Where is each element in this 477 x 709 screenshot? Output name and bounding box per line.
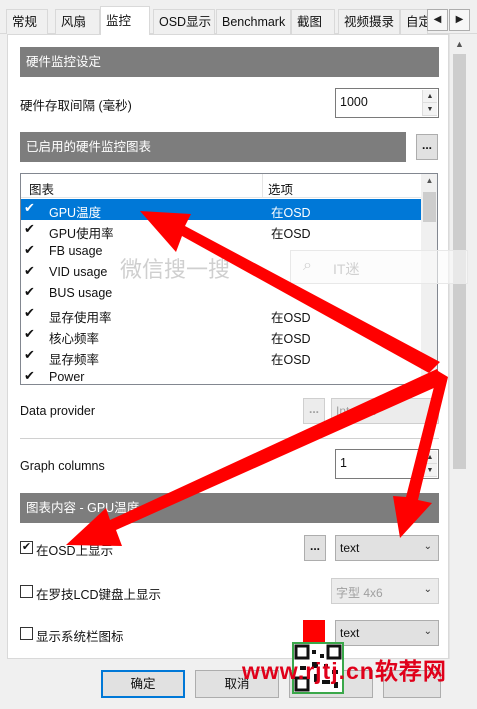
osd-properties-button[interactable]: ...	[304, 535, 326, 561]
tab-fan[interactable]: 风扇	[55, 9, 100, 34]
chevron-down-icon: ⌄	[423, 541, 432, 552]
row-option: 在OSD	[271, 227, 311, 241]
tab-scroll-right-icon[interactable]: ▶	[449, 9, 470, 31]
data-provider-value: Internal	[336, 404, 377, 418]
watermark-search-text: 微信搜一搜	[120, 257, 231, 282]
data-provider-settings-button[interactable]: ...	[303, 398, 325, 424]
tab-custom[interactable]: 自定	[400, 9, 428, 34]
watermark-search-box: ⌕ IT迷	[290, 250, 468, 284]
spin-down-icon[interactable]: ▼	[423, 103, 437, 116]
osd-format-select[interactable]: text ⌄	[335, 535, 439, 561]
row-option: 在OSD	[271, 311, 311, 325]
scroll-down-icon[interactable]: ▼	[421, 373, 437, 382]
polling-interval-spinner[interactable]: 1000 ▲ ▼	[335, 88, 439, 118]
column-graph[interactable]: 图表	[29, 179, 54, 198]
spin-up-icon[interactable]: ▲	[423, 90, 437, 103]
list-row[interactable]: ✔ 显存使用率 在OSD	[21, 304, 421, 326]
row-name: GPU使用率	[49, 227, 114, 241]
watermark-search-box-text: IT迷	[333, 261, 360, 277]
lcd-font-select[interactable]: 字型 4x6 ⌄	[331, 578, 439, 604]
list-row[interactable]: ✔ 核心频率 在OSD	[21, 325, 421, 347]
row-option: 在OSD	[271, 353, 311, 367]
lcd-font-value: 字型 4x6	[336, 586, 383, 600]
list-header: 图表 选项	[21, 174, 421, 198]
check-icon[interactable]: ✔	[24, 222, 38, 236]
hw-monitor-section-header: 硬件监控设定	[20, 47, 439, 77]
check-icon[interactable]: ✔	[24, 327, 38, 341]
osd-checkbox[interactable]: ✔	[20, 541, 33, 554]
tab-scroll-left-icon[interactable]: ◀	[427, 9, 448, 31]
graph-columns-label: Graph columns	[20, 459, 105, 473]
tray-format-select[interactable]: text ⌄	[335, 620, 439, 646]
row-name: GPU温度	[49, 206, 102, 220]
tab-screenshot[interactable]: 截图	[291, 9, 335, 34]
lcd-checkbox[interactable]	[20, 585, 33, 598]
tray-checkbox-label[interactable]: 显示系统栏图标	[36, 626, 124, 645]
check-icon[interactable]: ✔	[24, 243, 38, 257]
scroll-up-icon[interactable]: ▲	[450, 36, 469, 52]
graph-content-header: 图表内容 - GPU温度	[20, 493, 439, 523]
column-options[interactable]: 选项	[268, 179, 293, 198]
list-row[interactable]: ✔ BUS usage	[21, 283, 421, 304]
polling-interval-value[interactable]: 1000	[340, 95, 368, 109]
check-icon[interactable]: ✔	[24, 306, 38, 320]
tray-icon-color-swatch[interactable]	[303, 620, 325, 642]
check-icon[interactable]: ✔	[24, 201, 38, 215]
osd-format-value: text	[340, 541, 360, 555]
tab-general[interactable]: 常规	[6, 9, 48, 34]
osd-checkbox-label[interactable]: 在OSD上显示	[36, 540, 113, 559]
graph-columns-value[interactable]: 1	[340, 456, 347, 470]
row-name: VID usage	[49, 265, 108, 279]
watermark-brand-url: www.rjtj.cn软荐网	[242, 658, 447, 684]
check-icon[interactable]: ✔	[24, 264, 38, 278]
spin-up-icon[interactable]: ▲	[423, 451, 437, 464]
row-name: 显存频率	[49, 353, 100, 367]
chevron-down-icon: ⌄	[423, 626, 432, 637]
divider	[20, 438, 439, 439]
list-row[interactable]: ✔ GPU使用率 在OSD	[21, 220, 421, 242]
lcd-checkbox-label[interactable]: 在罗技LCD键盘上显示	[36, 584, 161, 603]
row-name: 核心频率	[49, 332, 100, 346]
polling-interval-label: 硬件存取间隔 (毫秒)	[20, 99, 132, 113]
row-option: 在OSD	[271, 332, 311, 346]
row-name: FB usage	[49, 244, 103, 258]
tab-osd[interactable]: OSD显示	[153, 9, 215, 34]
tab-monitoring[interactable]: 监控	[100, 6, 150, 35]
row-name: 显存使用率	[49, 311, 112, 325]
data-provider-label: Data provider	[20, 404, 96, 418]
check-icon[interactable]: ✔	[24, 285, 38, 299]
search-icon: ⌕	[303, 257, 312, 274]
tray-checkbox[interactable]	[20, 627, 33, 640]
enabled-graphs-header: 已启用的硬件监控图表	[20, 132, 406, 162]
list-row[interactable]: ✔ Power	[21, 367, 421, 385]
chevron-down-icon: ⌄	[423, 584, 432, 595]
spin-down-icon[interactable]: ▼	[423, 464, 437, 477]
tray-format-value: text	[340, 626, 360, 640]
check-icon[interactable]: ✔	[24, 369, 38, 383]
tab-benchmark[interactable]: Benchmark	[216, 9, 291, 34]
list-row[interactable]: ✔ 显存频率 在OSD	[21, 346, 421, 368]
tab-video-capture[interactable]: 视频摄录	[338, 9, 400, 34]
graph-properties-button[interactable]: ...	[416, 134, 438, 160]
list-row[interactable]: ✔ GPU温度 在OSD	[21, 199, 421, 220]
row-name: BUS usage	[49, 286, 113, 300]
panel-scrollbar[interactable]: ▲	[449, 34, 468, 659]
scroll-up-icon[interactable]: ▲	[421, 176, 437, 185]
list-scroll-thumb[interactable]	[423, 192, 436, 222]
data-provider-select[interactable]: Internal	[331, 398, 439, 424]
ok-button[interactable]: 确定	[101, 670, 185, 698]
row-option: 在OSD	[271, 206, 311, 220]
graph-columns-spinner[interactable]: 1 ▲ ▼	[335, 449, 439, 479]
check-icon[interactable]: ✔	[24, 348, 38, 362]
row-name: Power	[49, 370, 85, 384]
